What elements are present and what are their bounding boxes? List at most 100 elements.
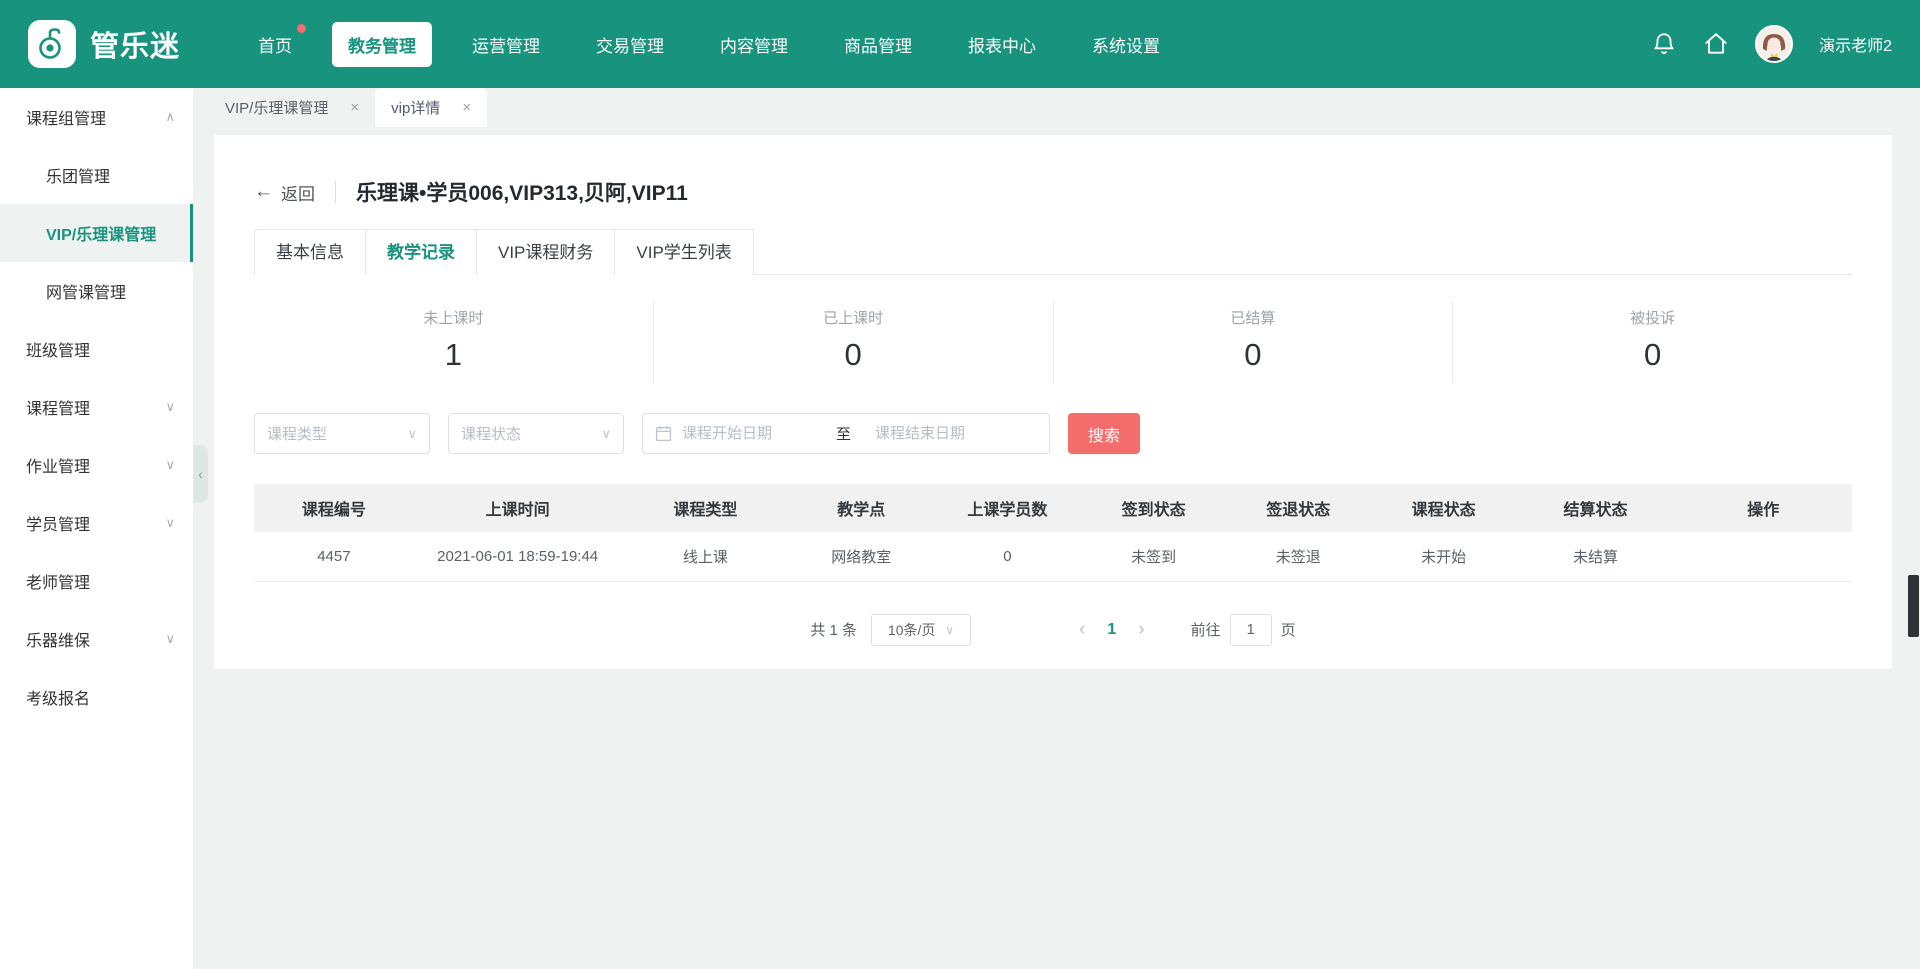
course-status-select[interactable]: 课程状态 ∨ <box>448 413 624 454</box>
col-settlement-status: 结算状态 <box>1516 484 1674 532</box>
sidebar-item-students[interactable]: 学员管理 ∨ <box>0 494 193 552</box>
close-icon[interactable]: × <box>462 100 471 115</box>
cell-course-id: 4457 <box>254 532 414 581</box>
cell-teaching-point: 网络教室 <box>789 532 933 581</box>
select-placeholder: 课程状态 <box>461 423 521 444</box>
logo[interactable]: 管乐迷 <box>28 20 180 68</box>
open-tab-vip-theory[interactable]: VIP/乐理课管理 × <box>209 88 375 127</box>
open-tabs-strip: VIP/乐理课管理 × vip详情 × <box>193 88 1920 127</box>
goto-label: 前往 <box>1191 619 1221 640</box>
nav-item-label: 交易管理 <box>596 37 664 56</box>
bell-icon[interactable] <box>1651 31 1677 57</box>
course-type-select[interactable]: 课程类型 ∨ <box>254 413 430 454</box>
sidebar-item-label: 乐器维保 <box>26 627 90 651</box>
page-size-label: 10条/页 <box>888 620 935 640</box>
nav-item-settings[interactable]: 系统设置 <box>1076 22 1176 67</box>
pagination: 共 1 条 10条/页 ∨ ‹ 1 › 前往 页 <box>254 614 1852 646</box>
back-label: 返回 <box>281 180 315 205</box>
stat-label: 未上课时 <box>254 307 653 328</box>
open-tab-label: vip详情 <box>391 97 440 118</box>
col-teaching-point: 教学点 <box>789 484 933 532</box>
sidebar-item-homework[interactable]: 作业管理 ∨ <box>0 436 193 494</box>
page-number-1[interactable]: 1 <box>1091 621 1132 639</box>
cell-class-time: 2021-06-01 18:59-19:44 <box>414 532 622 581</box>
total-count-label: 共 1 条 <box>810 619 857 640</box>
topbar-right: 演示老师2 <box>1651 25 1892 63</box>
nav-item-home[interactable]: 首页 <box>242 22 308 67</box>
sidebar-item-label: 课程组管理 <box>26 105 106 129</box>
nav-item-reports[interactable]: 报表中心 <box>952 22 1052 67</box>
chevron-down-icon: ∨ <box>165 515 175 531</box>
sidebar-item-teachers[interactable]: 老师管理 <box>0 552 193 610</box>
nav-item-products[interactable]: 商品管理 <box>828 22 928 67</box>
page-size-select[interactable]: 10条/页 ∨ <box>871 614 971 646</box>
cell-settlement-status: 未结算 <box>1516 532 1674 581</box>
tab-basic-info[interactable]: 基本信息 <box>254 229 366 275</box>
sidebar-item-label: 老师管理 <box>26 569 90 593</box>
nav-item-label: 首页 <box>258 37 292 56</box>
col-course-type: 课程类型 <box>622 484 790 532</box>
next-page-button[interactable]: › <box>1132 619 1150 641</box>
filter-row: 课程类型 ∨ 课程状态 ∨ 至 搜索 <box>254 413 1852 454</box>
sidebar-item-label: 作业管理 <box>26 453 90 477</box>
sidebar-item-orchestra[interactable]: 乐团管理 <box>0 146 193 204</box>
back-button[interactable]: ← 返回 <box>254 180 315 205</box>
stat-value: 0 <box>1453 337 1852 373</box>
goto-page: 前往 页 <box>1191 614 1296 646</box>
main-area: VIP/乐理课管理 × vip详情 × ← 返回 乐理课•学员006,VIP31… <box>193 88 1920 969</box>
date-start-input[interactable] <box>682 425 812 442</box>
sidebar-item-label: 学员管理 <box>26 511 90 535</box>
nav-item-label: 内容管理 <box>720 37 788 56</box>
date-range-picker[interactable]: 至 <box>642 413 1050 454</box>
top-navigation: 首页 教务管理 运营管理 交易管理 内容管理 商品管理 报表中心 系统设置 <box>242 22 1176 67</box>
sidebar-item-classes[interactable]: 班级管理 <box>0 320 193 378</box>
home-icon[interactable] <box>1703 31 1729 57</box>
cell-course-status: 未开始 <box>1371 532 1516 581</box>
sidebar-item-courses[interactable]: 课程管理 ∨ <box>0 378 193 436</box>
col-student-count: 上课学员数 <box>933 484 1082 532</box>
sidebar-item-label: 考级报名 <box>26 685 90 709</box>
app-title: 管乐迷 <box>90 23 180 65</box>
prev-page-button[interactable]: ‹ <box>1073 619 1091 641</box>
sidebar-item-vip-theory[interactable]: VIP/乐理课管理 <box>0 204 193 262</box>
sidebar-item-course-groups[interactable]: 课程组管理 ∧ <box>0 88 193 146</box>
avatar[interactable] <box>1755 25 1793 63</box>
tab-vip-course-finance[interactable]: VIP课程财务 <box>476 229 615 275</box>
cell-course-type: 线上课 <box>622 532 790 581</box>
sidebar-item-label: VIP/乐理课管理 <box>46 221 156 245</box>
search-button[interactable]: 搜索 <box>1068 413 1140 454</box>
cell-student-count: 0 <box>933 532 1082 581</box>
nav-item-content[interactable]: 内容管理 <box>704 22 804 67</box>
nav-item-transactions[interactable]: 交易管理 <box>580 22 680 67</box>
nav-item-label: 教务管理 <box>348 37 416 56</box>
col-checkout-status: 签退状态 <box>1226 484 1371 532</box>
chevron-down-icon: ∨ <box>407 426 417 442</box>
sidebar-item-instrument-maintenance[interactable]: 乐器维保 ∨ <box>0 610 193 668</box>
sidebar-item-label: 班级管理 <box>26 337 90 361</box>
chevron-down-icon: ∨ <box>945 623 954 637</box>
sidebar-item-exam-registration[interactable]: 考级报名 <box>0 668 193 726</box>
tab-vip-student-list[interactable]: VIP学生列表 <box>614 229 753 275</box>
date-range-separator: 至 <box>822 423 865 444</box>
stat-unstarted-hours: 未上课时 1 <box>254 301 654 383</box>
logo-icon <box>28 20 76 68</box>
tab-teaching-records[interactable]: 教学记录 <box>365 229 477 275</box>
sidebar-item-online-admin-course[interactable]: 网管课管理 <box>0 262 193 320</box>
sidebar-collapse-handle[interactable]: ‹ <box>193 445 208 503</box>
nav-item-operations[interactable]: 运营管理 <box>456 22 556 67</box>
cell-actions <box>1675 532 1852 581</box>
open-tab-vip-detail[interactable]: vip详情 × <box>375 88 487 127</box>
username[interactable]: 演示老师2 <box>1819 32 1892 56</box>
scrollbar-thumb[interactable] <box>1908 575 1919 637</box>
chevron-up-icon: ∧ <box>165 109 175 125</box>
date-end-input[interactable] <box>875 425 1005 442</box>
stat-label: 被投诉 <box>1453 307 1852 328</box>
sidebar-item-label: 网管课管理 <box>46 279 126 303</box>
table-row[interactable]: 4457 2021-06-01 18:59-19:44 线上课 网络教室 0 未… <box>254 532 1852 581</box>
chevron-down-icon: ∨ <box>601 426 611 442</box>
nav-item-academic[interactable]: 教务管理 <box>332 22 432 67</box>
col-course-status: 课程状态 <box>1371 484 1516 532</box>
close-icon[interactable]: × <box>350 100 359 115</box>
goto-page-input[interactable] <box>1230 614 1272 646</box>
topbar: 管乐迷 首页 教务管理 运营管理 交易管理 内容管理 商品管理 报表中心 系统设… <box>0 0 1920 88</box>
